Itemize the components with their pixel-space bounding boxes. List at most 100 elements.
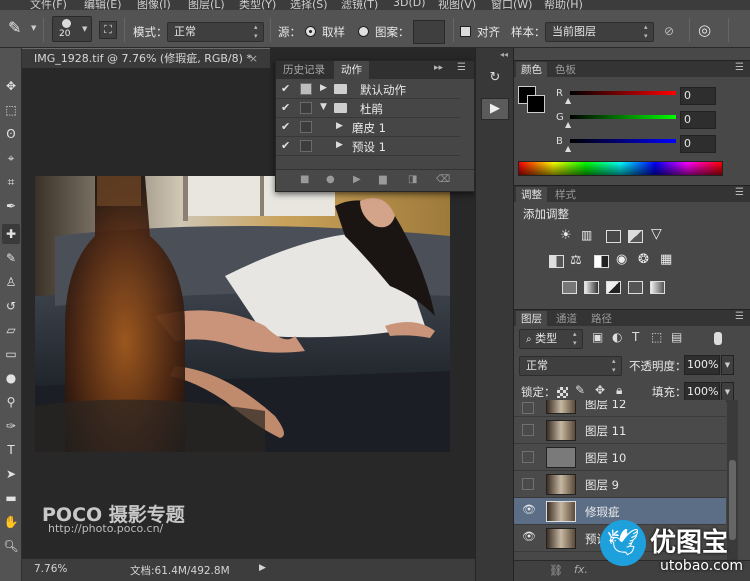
expand-icon[interactable]: ▶ — [336, 140, 343, 150]
actions-panel-icon[interactable]: ▶ — [481, 98, 509, 120]
curves-icon[interactable] — [606, 230, 621, 243]
filter-type-icon[interactable]: T — [632, 330, 639, 344]
dialog-toggle[interactable] — [300, 140, 312, 152]
tab-layers[interactable]: 图层 — [516, 311, 547, 327]
menu-type[interactable]: 类型(Y) — [239, 0, 276, 10]
layer-row[interactable]: 图层 10 — [514, 444, 726, 471]
check-icon[interactable]: ✔ — [281, 101, 290, 114]
exposure-icon[interactable] — [628, 230, 643, 243]
shape-tool-icon[interactable]: ▬ — [2, 488, 20, 508]
check-icon[interactable]: ✔ — [281, 82, 290, 95]
close-icon[interactable]: × — [249, 49, 258, 69]
layer-row[interactable]: 图层 12 — [514, 400, 726, 417]
panel-menu-icon[interactable]: ☰ — [735, 187, 744, 198]
crop-tool-icon[interactable]: ⌗ — [2, 172, 20, 192]
zoom-tool-icon[interactable]: 🔍︎ — [2, 536, 20, 556]
opacity-input[interactable]: 100% — [684, 355, 720, 375]
visibility-toggle[interactable] — [522, 451, 534, 463]
new-set-icon[interactable]: ▆ — [379, 174, 387, 185]
pattern-radio[interactable] — [358, 26, 369, 37]
dialog-toggle[interactable] — [300, 121, 312, 133]
expand-icon[interactable]: ▶ — [336, 121, 343, 131]
menu-edit[interactable]: 编辑(E) — [84, 0, 122, 10]
brightness-icon[interactable]: ☀ — [560, 228, 572, 243]
filter-smart-object-icon[interactable]: ▤ — [671, 330, 682, 344]
invert-icon[interactable] — [562, 281, 577, 294]
b-slider[interactable] — [570, 139, 676, 143]
pressure-size-icon[interactable]: ◎ — [698, 21, 711, 39]
layer-row[interactable]: 图层 11 — [514, 417, 726, 444]
black-white-icon[interactable] — [594, 255, 609, 268]
document-tab[interactable]: IMG_1928.tif @ 7.76% (修瑕疵, RGB/8) * × — [22, 48, 270, 68]
eyedropper-tool-icon[interactable]: ✒ — [2, 196, 20, 216]
visibility-toggle[interactable] — [522, 478, 534, 490]
slider-handle-icon[interactable]: ▲ — [565, 120, 571, 129]
tab-color[interactable]: 颜色 — [516, 62, 547, 78]
sample-dropdown[interactable]: 当前图层 — [545, 22, 654, 42]
clone-stamp-icon[interactable]: ✎ — [8, 18, 21, 37]
move-tool-icon[interactable]: ✥ — [2, 76, 20, 96]
history-panel-icon[interactable]: ↻ — [483, 70, 507, 90]
link-icon[interactable]: ⛓ — [549, 564, 563, 577]
aligned-checkbox[interactable] — [460, 26, 471, 37]
tab-channels[interactable]: 通道 — [551, 311, 582, 327]
action-set-row[interactable]: ✔ ▶ 默认动作 — [276, 80, 460, 99]
tab-history[interactable]: 历史记录 — [276, 61, 332, 79]
visibility-toggle[interactable] — [522, 402, 534, 414]
hand-tool-icon[interactable]: ✋ — [2, 512, 20, 532]
brush-tool-icon[interactable]: ✎ — [2, 248, 20, 268]
history-brush-tool-icon[interactable]: ↺ — [2, 296, 20, 316]
stop-icon[interactable]: ■ — [300, 174, 309, 185]
mode-dropdown[interactable]: 正常 — [167, 22, 264, 42]
zoom-level[interactable]: 7.76% — [34, 563, 67, 575]
dodge-tool-icon[interactable]: ⚲ — [2, 392, 20, 412]
panel-menu-icon[interactable]: ☰ — [735, 62, 744, 73]
type-tool-icon[interactable]: T — [2, 440, 20, 460]
color-ramp[interactable] — [518, 161, 723, 176]
menu-file[interactable]: 文件(F) — [30, 0, 67, 10]
hue-saturation-icon[interactable] — [549, 255, 564, 268]
chevron-down-icon[interactable]: ▼ — [31, 24, 36, 32]
blur-tool-icon[interactable]: ● — [2, 368, 20, 388]
gradient-tool-icon[interactable]: ▭ — [2, 344, 20, 364]
filter-adjustment-icon[interactable]: ◐ — [612, 330, 622, 344]
g-value[interactable]: 0 — [680, 111, 716, 129]
eye-icon[interactable]: 👁︎ — [522, 530, 536, 543]
g-slider[interactable] — [570, 115, 676, 119]
menu-select[interactable]: 选择(S) — [290, 0, 328, 10]
menu-3d[interactable]: 3D(D) — [393, 0, 426, 9]
check-icon[interactable]: ✔ — [281, 139, 290, 152]
menu-image[interactable]: 图像(I) — [137, 0, 171, 10]
r-slider[interactable] — [570, 91, 676, 95]
lasso-tool-icon[interactable]: ʘ — [2, 124, 20, 144]
vibrance-icon[interactable]: ▽ — [651, 226, 662, 242]
record-icon[interactable]: ● — [326, 174, 335, 185]
r-value[interactable]: 0 — [680, 87, 716, 105]
eye-icon[interactable]: 👁︎ — [522, 503, 536, 516]
new-action-icon[interactable]: ◨ — [408, 174, 417, 185]
menu-filter[interactable]: 滤镜(T) — [341, 0, 378, 10]
lock-all-icon[interactable]: 🔒︎ — [616, 383, 622, 398]
gradient-map-icon[interactable] — [628, 281, 643, 294]
photo-filter-icon[interactable]: ◉ — [616, 252, 627, 267]
chevron-down-icon[interactable]: ▼ — [721, 355, 734, 375]
menu-window[interactable]: 窗口(W) — [491, 0, 532, 10]
collapse-icon[interactable]: ◂◂ — [500, 50, 508, 59]
pattern-picker[interactable] — [413, 20, 445, 44]
color-lookup-icon[interactable]: ▦ — [660, 252, 672, 267]
background-color[interactable] — [527, 95, 545, 113]
trash-icon[interactable]: ⌫ — [436, 174, 450, 185]
selective-color-icon[interactable] — [650, 281, 665, 294]
menu-view[interactable]: 视图(V) — [438, 0, 476, 10]
chevron-down-icon[interactable]: ▼ — [721, 382, 734, 402]
color-balance-icon[interactable]: ⚖ — [570, 253, 582, 268]
clone-source-panel-icon[interactable]: ⛶ — [99, 21, 117, 39]
brush-preset-picker[interactable]: 20 ▼ — [52, 16, 92, 42]
b-value[interactable]: 0 — [680, 135, 716, 153]
dialog-toggle[interactable] — [300, 102, 312, 114]
quick-select-tool-icon[interactable]: ⌖ — [2, 148, 20, 168]
lock-position-icon[interactable]: ✥ — [595, 383, 605, 397]
panel-menu-icon[interactable]: ☰ — [735, 311, 744, 322]
collapse-tri-icon[interactable]: ▼ — [320, 102, 327, 112]
levels-icon[interactable]: ▥ — [581, 228, 592, 242]
